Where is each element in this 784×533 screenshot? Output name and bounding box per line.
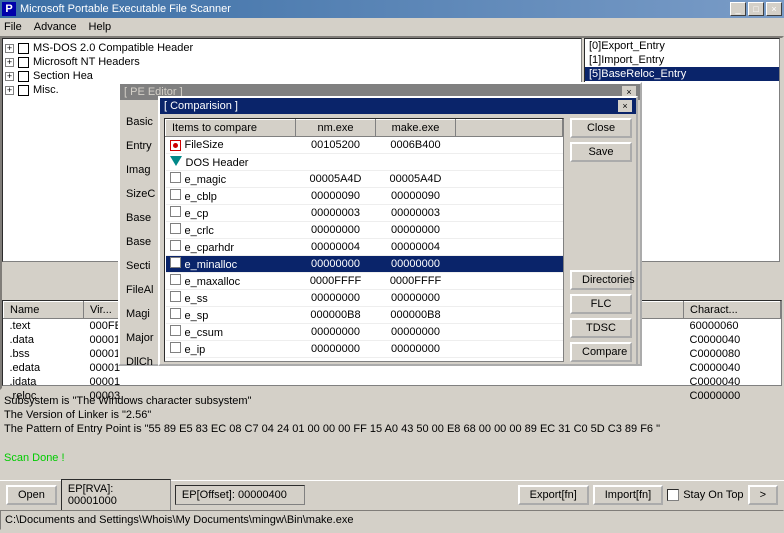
stay-on-top-label: Stay On Top	[683, 489, 743, 501]
box-icon	[170, 206, 181, 217]
expand-icon[interactable]: +	[5, 86, 14, 95]
pe-label: FileAl	[126, 278, 155, 302]
box-icon	[170, 274, 181, 285]
comparison-row[interactable]: e_crlc0000000000000000	[166, 222, 563, 239]
checkbox-icon[interactable]	[18, 85, 29, 96]
comparison-row[interactable]: DOS Header	[166, 154, 563, 171]
col-spacer	[456, 120, 563, 137]
info-text: Subsystem is "The Windows character subs…	[4, 394, 660, 436]
pe-label: Major	[126, 326, 155, 350]
pe-label: Basic	[126, 110, 155, 134]
pe-label: DllCh	[126, 350, 155, 374]
pe-label: Base	[126, 230, 155, 254]
export-fn-button[interactable]: Export[fn]	[518, 485, 589, 505]
maximize-button[interactable]: □	[748, 2, 764, 16]
directories-button[interactable]: Directories	[570, 270, 632, 290]
scan-status: Scan Done !	[4, 452, 65, 464]
window-title: Microsoft Portable Executable File Scann…	[20, 3, 730, 15]
open-button[interactable]: Open	[6, 485, 57, 505]
entry-item[interactable]: [0]Export_Entry	[585, 39, 779, 53]
compare-button[interactable]: Compare	[570, 342, 632, 362]
tree-item[interactable]: +Section Hea	[5, 69, 579, 83]
menu-file[interactable]: File	[4, 21, 22, 33]
box-icon	[170, 325, 181, 336]
expand-icon[interactable]: +	[5, 72, 14, 81]
box-icon	[170, 291, 181, 302]
box-icon	[170, 240, 181, 251]
comparison-row[interactable]: e_minalloc0000000000000000	[166, 256, 563, 273]
tree-item[interactable]: +Microsoft NT Headers	[5, 55, 579, 69]
box-icon	[170, 189, 181, 200]
tdsc-button[interactable]: TDSC	[570, 318, 632, 338]
col-a[interactable]: nm.exe	[296, 120, 376, 137]
col-name[interactable]: Name	[4, 302, 84, 319]
checkbox-icon[interactable]	[18, 43, 29, 54]
pe-label: SizeC	[126, 182, 155, 206]
box-icon	[170, 342, 181, 353]
comparison-row[interactable]: e_magic00005A4D00005A4D	[166, 171, 563, 188]
tree-item[interactable]: +MS-DOS 2.0 Compatible Header	[5, 41, 579, 55]
app-icon: P	[2, 2, 16, 16]
comparison-row[interactable]: e_cparhdr0000000400000004	[166, 239, 563, 256]
bottom-toolbar: Open EP[RVA]: 00001000 EP[Offset]: 00000…	[0, 480, 784, 508]
comparison-row[interactable]: e_sp000000B8000000B8	[166, 307, 563, 324]
comparison-dialog: [ Comparision ] × Items to compare nm.ex…	[158, 96, 638, 366]
comparison-grid[interactable]: Items to compare nm.exe make.exe FileSiz…	[164, 118, 564, 362]
comparison-titlebar[interactable]: [ Comparision ] ×	[160, 98, 636, 114]
comparison-row[interactable]: e_maxalloc0000FFFF0000FFFF	[166, 273, 563, 290]
main-titlebar: P Microsoft Portable Executable File Sca…	[0, 0, 784, 18]
pe-label: Base	[126, 206, 155, 230]
menubar: File Advance Help	[0, 18, 784, 36]
expand-icon[interactable]: +	[5, 44, 14, 53]
teal-icon	[170, 156, 182, 166]
save-button[interactable]: Save	[570, 142, 632, 162]
comparison-row[interactable]: e_csum0000000000000000	[166, 324, 563, 341]
ep-rva-field: EP[RVA]: 00001000	[61, 479, 171, 511]
menu-help[interactable]: Help	[89, 21, 112, 33]
close-button[interactable]: Close	[570, 118, 632, 138]
comparison-row[interactable]: FileSize001052000006B400	[166, 137, 563, 154]
minimize-button[interactable]: _	[730, 2, 746, 16]
comparison-row[interactable]: e_cblp0000009000000090	[166, 188, 563, 205]
close-button[interactable]: ×	[766, 2, 782, 16]
box-icon	[170, 172, 181, 183]
flc-button[interactable]: FLC	[570, 294, 632, 314]
col-b[interactable]: make.exe	[376, 120, 456, 137]
col-items[interactable]: Items to compare	[166, 120, 296, 137]
expand-button[interactable]: >	[748, 485, 778, 505]
close-icon[interactable]: ×	[618, 100, 632, 112]
pe-label: Imag	[126, 158, 155, 182]
entry-item[interactable]: [5]BaseReloc_Entry	[585, 67, 779, 81]
red-icon	[170, 140, 181, 151]
expand-icon[interactable]: +	[5, 58, 14, 67]
pe-label: Magi	[126, 302, 155, 326]
comparison-row[interactable]: e_ip0000000000000000	[166, 341, 563, 358]
entry-item[interactable]: [1]Import_Entry	[585, 53, 779, 67]
ep-offset-field: EP[Offset]: 00000400	[175, 485, 305, 505]
col-charact[interactable]: Charact...	[684, 302, 781, 319]
comparison-row[interactable]: e_cp0000000300000003	[166, 205, 563, 222]
table-row[interactable]: .idata00001C0000040	[4, 375, 781, 389]
box-icon	[170, 308, 181, 319]
menu-advance[interactable]: Advance	[34, 21, 77, 33]
import-fn-button[interactable]: Import[fn]	[593, 485, 663, 505]
checkbox-icon[interactable]	[18, 71, 29, 82]
pe-label: Secti	[126, 254, 155, 278]
box-icon	[170, 257, 181, 268]
stay-on-top-checkbox[interactable]	[667, 489, 679, 501]
statusbar: C:\Documents and Settings\Whois\My Docum…	[0, 510, 784, 530]
pe-label: Entry	[126, 134, 155, 158]
checkbox-icon[interactable]	[18, 57, 29, 68]
box-icon	[170, 223, 181, 234]
comparison-row[interactable]: e_ss0000000000000000	[166, 290, 563, 307]
